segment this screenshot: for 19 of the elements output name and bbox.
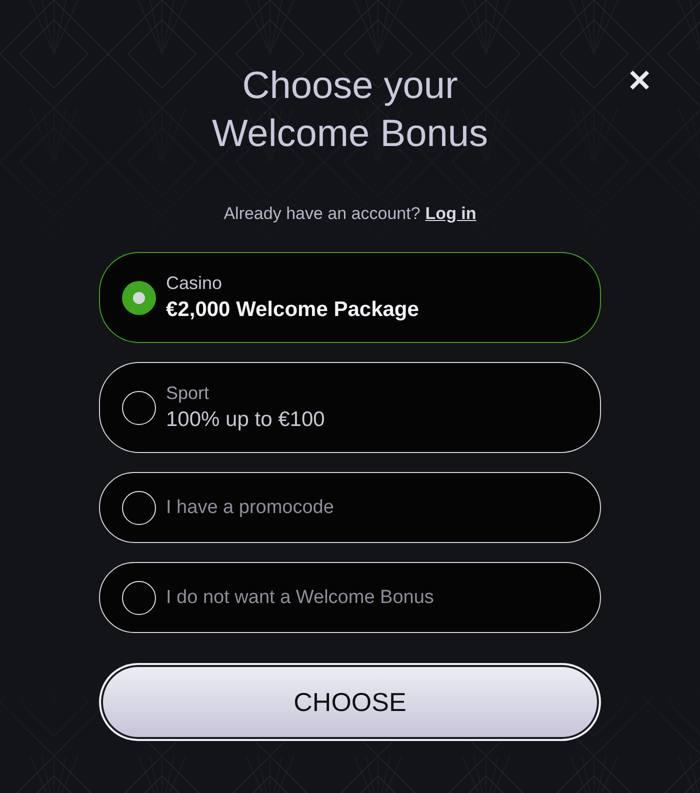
option-label: I do not want a Welcome Bonus bbox=[166, 586, 434, 608]
close-button[interactable]: ✕ bbox=[627, 64, 652, 100]
login-prompt-text: Already have an account? bbox=[224, 204, 420, 224]
radio-button[interactable] bbox=[122, 580, 156, 614]
login-link[interactable]: Log in bbox=[425, 204, 476, 224]
option-title: €2,000 Welcome Package bbox=[166, 298, 419, 322]
bonus-option[interactable]: Casino €2,000 Welcome Package bbox=[99, 252, 601, 343]
bonus-option[interactable]: Sport 100% up to €100 bbox=[99, 362, 601, 453]
option-category: Sport bbox=[166, 383, 210, 404]
bonus-option[interactable]: I do not want a Welcome Bonus bbox=[99, 562, 601, 633]
bonus-option[interactable]: I have a promocode bbox=[99, 472, 601, 543]
radio-button[interactable] bbox=[122, 490, 156, 524]
choose-button[interactable]: CHOOSE bbox=[99, 663, 601, 741]
option-category: Casino bbox=[166, 273, 224, 294]
radio-button[interactable] bbox=[122, 390, 156, 424]
option-label: I have a promocode bbox=[166, 496, 334, 518]
option-title: 100% up to €100 bbox=[166, 408, 325, 432]
dialog-title: Choose your Welcome Bonus bbox=[211, 64, 489, 157]
radio-button[interactable] bbox=[122, 280, 156, 314]
